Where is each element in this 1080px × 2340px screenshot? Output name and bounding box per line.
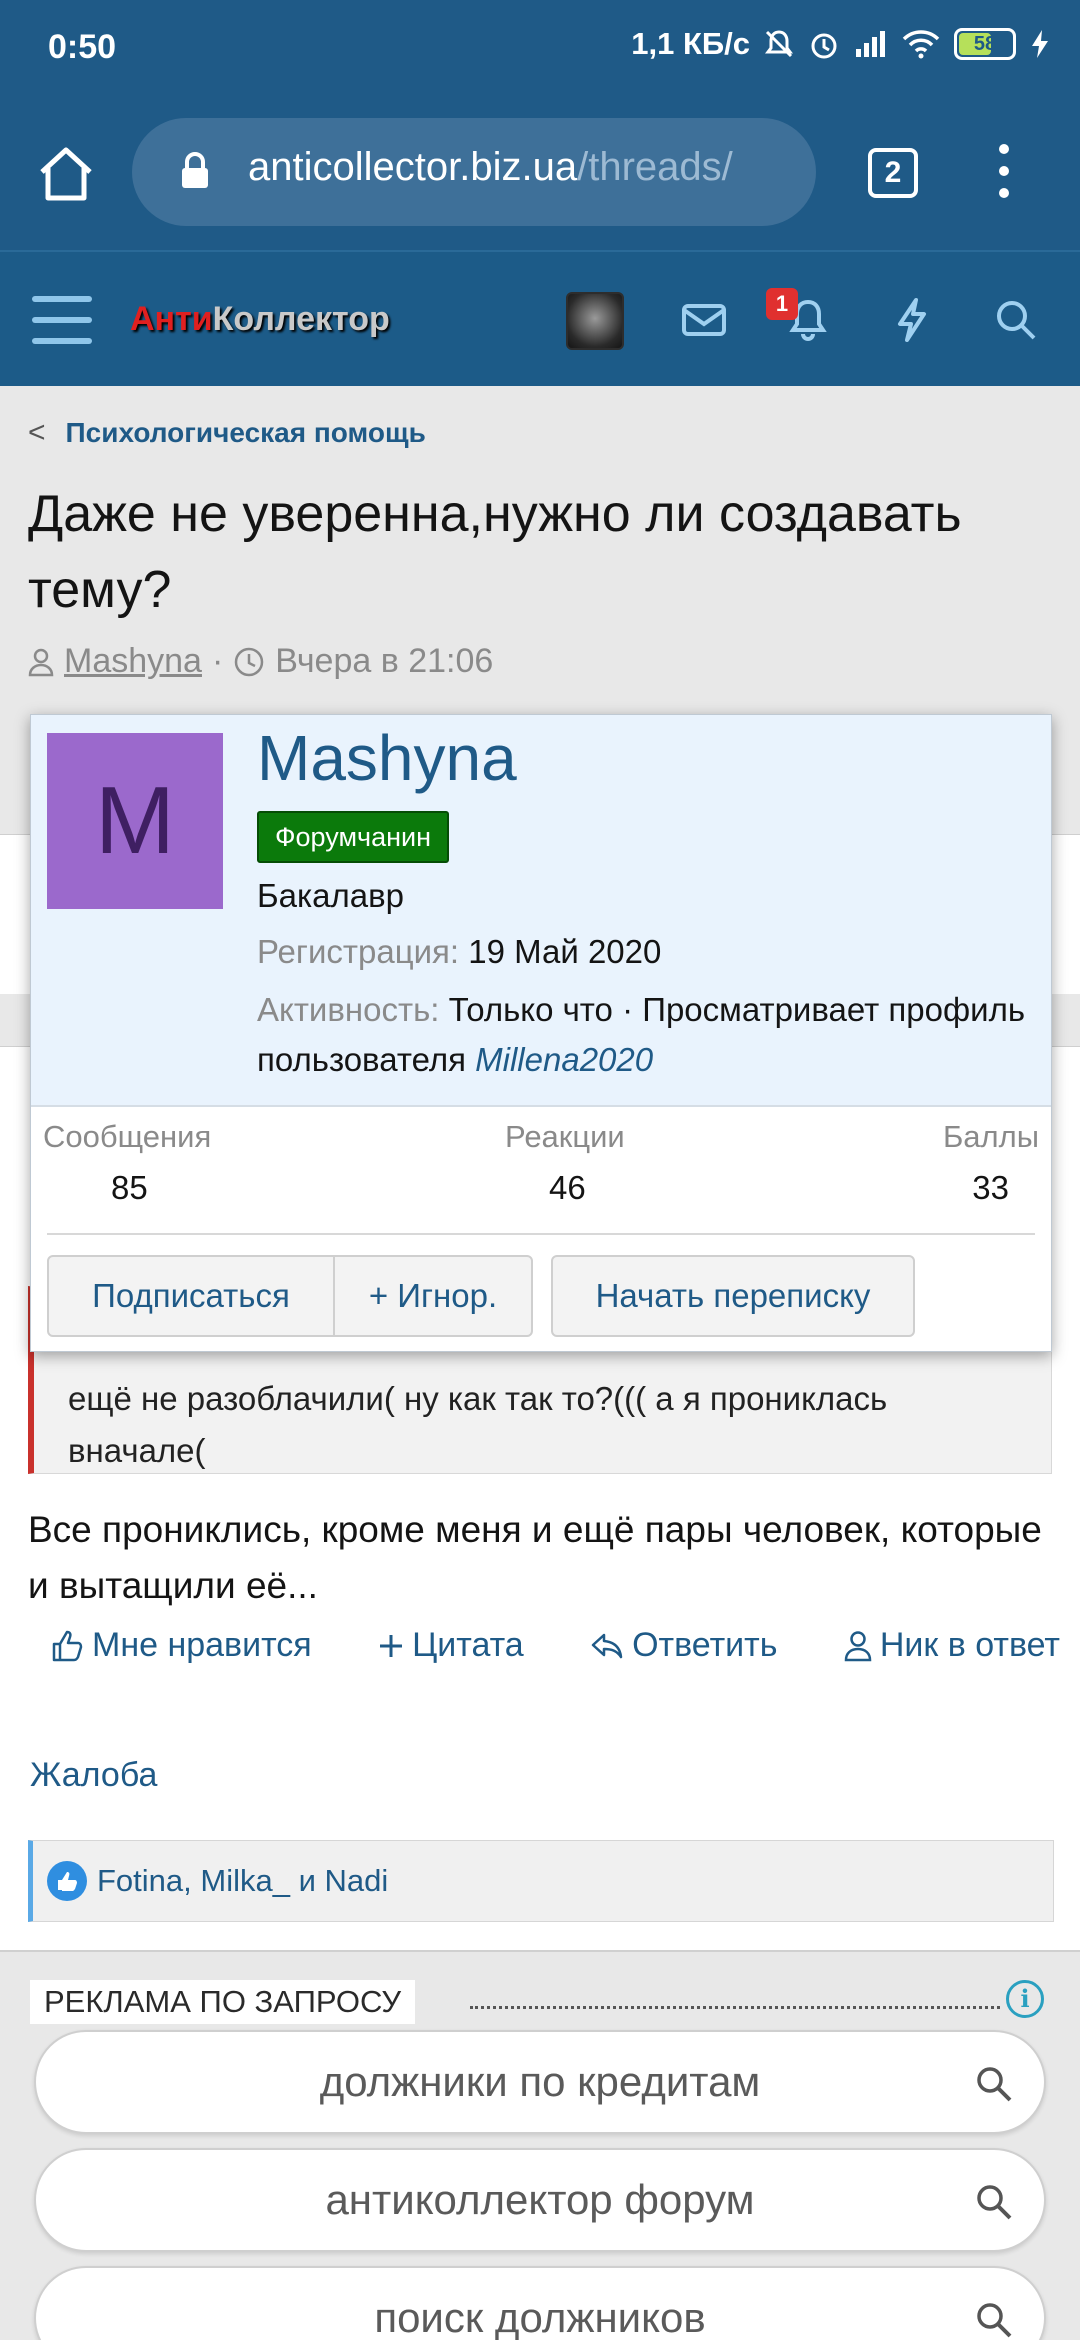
chevron-left-icon: < bbox=[28, 416, 46, 449]
member-activity: Активность: Только что · Просматривает п… bbox=[257, 985, 1037, 1085]
like-button[interactable]: Мне нравится bbox=[50, 1626, 312, 1665]
battery-level: 58 bbox=[973, 32, 997, 55]
user-icon bbox=[844, 1630, 872, 1661]
like-reaction-icon bbox=[47, 1861, 87, 1901]
url-host: anticollector.biz.ua bbox=[248, 145, 578, 189]
stat-value: 85 bbox=[111, 1169, 148, 1206]
activity-profile-link[interactable]: Millena2020 bbox=[475, 1041, 653, 1078]
ad-search-item[interactable]: должники по кредитам bbox=[34, 2030, 1046, 2134]
mention-label: Ник в ответ bbox=[879, 1626, 1060, 1664]
lock-icon bbox=[182, 152, 208, 188]
more-menu-icon[interactable] bbox=[994, 144, 1014, 204]
search-icon[interactable] bbox=[988, 292, 1044, 348]
lightning-icon[interactable] bbox=[884, 292, 940, 348]
net-speed: 1,1 КБ/с bbox=[631, 26, 750, 61]
menu-icon[interactable] bbox=[32, 296, 92, 344]
breadcrumb[interactable]: < Психологическая помощь bbox=[28, 416, 426, 450]
activity-label: Активность: bbox=[257, 991, 440, 1028]
member-stats: Сообщения 85 Реакции 46 Баллы 33 bbox=[31, 1119, 1051, 1209]
divider bbox=[47, 1233, 1035, 1235]
ad-search-item[interactable]: антиколлектор форум bbox=[34, 2148, 1046, 2252]
tabs-button[interactable]: 2 bbox=[868, 148, 918, 198]
site-header: АнтиКоллектор 1 bbox=[0, 250, 1080, 386]
registration-label: Регистрация: bbox=[257, 933, 460, 970]
member-card-header: M Mashyna Форумчанин Бакалавр Регистраци… bbox=[31, 715, 1051, 1107]
address-bar[interactable]: anticollector.biz.ua/threads/ bbox=[132, 118, 816, 226]
search-icon bbox=[977, 2303, 1012, 2338]
status-time: 0:50 bbox=[48, 28, 117, 66]
ad-label: РЕКЛАМА ПО ЗАПРОСУ bbox=[30, 1980, 416, 2024]
browser-toolbar: anticollector.biz.ua/threads/ 2 bbox=[0, 98, 1080, 250]
reply-label: Ответить bbox=[632, 1626, 778, 1664]
signal-icon bbox=[856, 31, 885, 57]
user-avatar[interactable] bbox=[566, 292, 624, 350]
home-icon[interactable] bbox=[34, 142, 98, 206]
mention-button[interactable]: Ник в ответ bbox=[844, 1626, 1060, 1665]
search-icon bbox=[977, 2067, 1012, 2102]
logo-part-2: Коллектор bbox=[212, 300, 390, 338]
member-registration: Регистрация: 19 Май 2020 bbox=[257, 927, 1037, 977]
battery-icon: 58 bbox=[954, 28, 1016, 60]
url-text: anticollector.biz.ua/threads/ bbox=[248, 145, 733, 190]
inbox-icon[interactable] bbox=[676, 292, 732, 348]
member-tooltip-card: M Mashyna Форумчанин Бакалавр Регистраци… bbox=[30, 714, 1052, 1352]
url-path: /threads/ bbox=[577, 145, 733, 189]
ad-search-text: поиск должников bbox=[374, 2294, 706, 2340]
quote-text: ещё не разоблачили( ну как так то?((( а … bbox=[68, 1380, 888, 1469]
stat-label: Баллы bbox=[942, 1119, 1039, 1154]
like-label: Мне нравится bbox=[92, 1626, 312, 1664]
charging-icon bbox=[1032, 30, 1048, 58]
post-actions: Мне нравится Цитата Ответить Ник в ответ bbox=[50, 1626, 1060, 1665]
thread-meta: Mashyna · Вчера в 21:06 bbox=[28, 642, 493, 681]
member-badge: Форумчанин bbox=[257, 811, 450, 863]
logo-part-1: Анти bbox=[130, 300, 213, 338]
ad-section: РЕКЛАМА ПО ЗАПРОСУ i должники по кредита… bbox=[0, 1950, 1080, 2340]
ad-search-text: антиколлектор форум bbox=[325, 2176, 755, 2223]
thread-title: Даже не уверенна,нужно ли создавать тему… bbox=[28, 485, 962, 619]
member-rank: Бакалавр bbox=[257, 877, 405, 914]
reply-icon bbox=[591, 1633, 623, 1658]
stat-reactions: Реакции 46 bbox=[505, 1119, 685, 1207]
clock-icon bbox=[235, 647, 264, 676]
quote-button[interactable]: Цитата bbox=[378, 1626, 524, 1665]
follow-button[interactable]: Подписаться bbox=[47, 1255, 335, 1337]
ignore-button[interactable]: + Игнор. bbox=[333, 1255, 533, 1337]
thumbs-up-icon bbox=[52, 1630, 83, 1661]
member-name[interactable]: Mashyna bbox=[257, 721, 517, 795]
start-conversation-button[interactable]: Начать переписку bbox=[551, 1255, 915, 1337]
plus-icon bbox=[380, 1634, 403, 1657]
user-icon bbox=[28, 648, 54, 676]
alarm-icon bbox=[811, 33, 837, 59]
registration-value: 19 Май 2020 bbox=[468, 933, 662, 970]
stat-label: Сообщения bbox=[43, 1119, 212, 1154]
post-text: Все прониклись, кроме меня и ещё пары че… bbox=[28, 1509, 1042, 1606]
ad-search-text: должники по кредитам bbox=[319, 2058, 761, 2105]
notification-badge: 1 bbox=[766, 288, 798, 320]
reply-button[interactable]: Ответить bbox=[590, 1626, 777, 1665]
thread-author[interactable]: Mashyna bbox=[64, 642, 202, 681]
search-icon bbox=[977, 2185, 1012, 2220]
stat-value: 46 bbox=[549, 1169, 586, 1206]
report-link[interactable]: Жалоба bbox=[30, 1756, 157, 1795]
thread-date[interactable]: Вчера в 21:06 bbox=[275, 642, 493, 681]
page-content: < Психологическая помощь Даже не уверенн… bbox=[0, 386, 1080, 2340]
stat-messages: Сообщения 85 bbox=[43, 1119, 223, 1207]
breadcrumb-label: Психологическая помощь bbox=[65, 417, 426, 448]
member-avatar[interactable]: M bbox=[47, 733, 223, 909]
stat-value: 33 bbox=[972, 1169, 1009, 1206]
status-icons: 1,1 КБ/с 58 bbox=[631, 26, 1050, 62]
stat-points: Баллы 33 bbox=[859, 1119, 1039, 1207]
ad-divider bbox=[470, 2006, 1000, 2009]
meta-separator: · bbox=[211, 642, 224, 680]
mute-icon bbox=[765, 30, 793, 58]
wifi-icon bbox=[902, 30, 940, 59]
info-icon[interactable]: i bbox=[1006, 1980, 1044, 2018]
site-logo[interactable]: АнтиКоллектор bbox=[130, 300, 390, 339]
status-bar: 0:50 1,1 КБ/с 58 bbox=[0, 0, 1080, 98]
quote-label: Цитата bbox=[412, 1626, 524, 1664]
stat-label: Реакции bbox=[505, 1119, 625, 1154]
reactions-users: Fotina, Milka_ и Nadi bbox=[97, 1863, 389, 1898]
reactions-bar[interactable]: Fotina, Milka_ и Nadi bbox=[28, 1840, 1054, 1922]
ad-search-item[interactable]: поиск должников bbox=[34, 2266, 1046, 2340]
